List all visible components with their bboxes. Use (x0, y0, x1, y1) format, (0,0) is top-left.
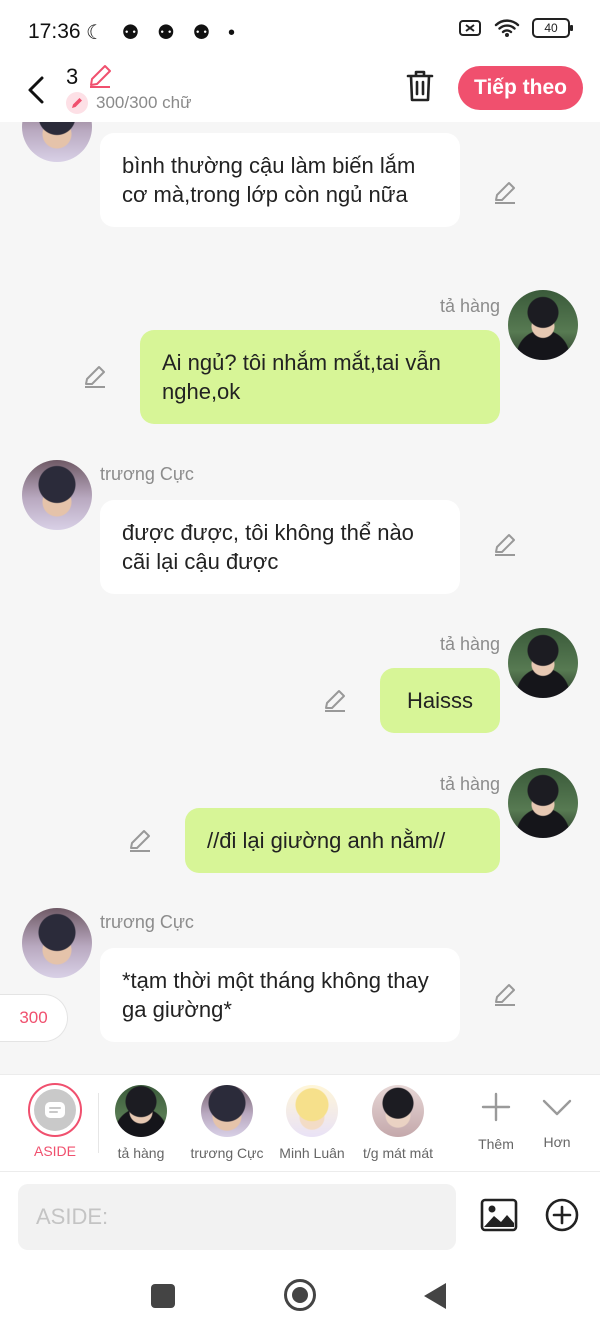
message-bubble[interactable]: Haisss (380, 668, 500, 733)
message-bubble[interactable]: *tạm thời một tháng không thay ga giường… (100, 948, 460, 1042)
edit-message-pencil-icon[interactable] (492, 532, 518, 558)
battery-icon: 40 (532, 18, 573, 38)
edit-message-pencil-icon[interactable] (492, 982, 518, 1008)
sender-name: trương Cực (100, 912, 194, 932)
add-circle-icon[interactable] (545, 1198, 579, 1232)
top-app-bar: 3 300/300 chữ Tiếp theo (0, 62, 600, 122)
character-label: Thêm (478, 1136, 514, 1152)
sender-name: tả hàng (439, 296, 500, 316)
divider (98, 1093, 99, 1153)
message-bubble[interactable]: được được, tôi không thể nào cãi lại cậu… (100, 500, 460, 594)
character-label: tả hàng (117, 1145, 165, 1161)
character-selector: ASIDE tả hàng trương Cực Minh Luân t/g m… (0, 1074, 600, 1172)
aside-chat-icon (34, 1089, 76, 1131)
sender-name: tả hàng (439, 634, 500, 654)
character-aside[interactable]: ASIDE (24, 1075, 86, 1159)
chevron-down-icon (542, 1099, 572, 1116)
avatar[interactable] (508, 290, 578, 360)
sim-x-icon (459, 20, 481, 36)
next-button[interactable]: Tiếp theo (458, 66, 583, 110)
avatar[interactable] (22, 122, 92, 162)
sender-name: trương Cực (100, 464, 194, 484)
status-bar: 17:36 ☾ ⚉ ⚉ ⚉ • 40 (0, 0, 600, 62)
more-characters-button[interactable]: Hơn (536, 1075, 578, 1150)
status-time: 17:36 (28, 20, 81, 43)
chat-area[interactable]: bình thường cậu làm biến lắm cơ mà,trong… (0, 122, 600, 1072)
back-arrow-icon[interactable] (22, 70, 52, 110)
avatar[interactable] (508, 768, 578, 838)
avatar[interactable] (22, 460, 92, 530)
avatar (286, 1085, 338, 1137)
trash-icon[interactable] (404, 68, 436, 104)
edit-message-pencil-icon[interactable] (82, 364, 108, 390)
character-count-row: 300/300 chữ (66, 92, 192, 114)
home-circle-icon[interactable] (284, 1279, 316, 1311)
edit-message-pencil-icon[interactable] (322, 688, 348, 714)
character-count: 300/300 chữ (96, 93, 192, 112)
edit-title-pencil-icon[interactable] (86, 62, 114, 90)
status-right-icons: 40 (458, 18, 573, 38)
message-bubble[interactable]: //đi lại giường anh nằm// (185, 808, 500, 873)
edit-message-pencil-icon[interactable] (127, 828, 153, 854)
remaining-counter[interactable]: 300 (0, 994, 68, 1042)
character-label: Minh Luân (279, 1145, 345, 1161)
message-bubble[interactable]: bình thường cậu làm biến lắm cơ mà,trong… (100, 133, 460, 227)
character-label: ASIDE (33, 1143, 76, 1159)
image-icon[interactable] (480, 1198, 518, 1232)
message-count: 3 (66, 64, 79, 89)
plus-icon (481, 1092, 511, 1122)
back-triangle-icon[interactable] (424, 1283, 446, 1309)
character-label: t/g mát mát (362, 1145, 434, 1161)
add-character-button[interactable]: Thêm (474, 1075, 518, 1152)
sender-name: tả hàng (439, 774, 500, 794)
recents-square-icon[interactable] (151, 1284, 175, 1308)
character-label: Hơn (543, 1134, 571, 1150)
character-tg-mat-mat[interactable]: t/g mát mát (358, 1075, 438, 1161)
system-nav-bar (0, 1262, 600, 1333)
avatar (201, 1085, 253, 1137)
character-minh-luan[interactable]: Minh Luân (278, 1075, 346, 1161)
wifi-icon (494, 19, 520, 37)
notification-icons: ☾ ⚉ ⚉ ⚉ • (86, 22, 241, 44)
message-bubble[interactable]: Ai ngủ? tôi nhắm mắt,tai vẫn nghe,ok (140, 330, 500, 424)
avatar (372, 1085, 424, 1137)
aside-avatar (28, 1083, 82, 1137)
character-truong-cuc[interactable]: trương Cực (188, 1075, 266, 1161)
avatar[interactable] (508, 628, 578, 698)
character-ta-hang[interactable]: tả hàng (108, 1075, 174, 1161)
composer-bar (0, 1172, 600, 1262)
message-input[interactable] (18, 1184, 456, 1250)
avatar (115, 1085, 167, 1137)
edit-message-pencil-icon[interactable] (492, 180, 518, 206)
character-label: trương Cực (190, 1145, 264, 1161)
avatar[interactable] (22, 908, 92, 978)
pencil-badge-icon (66, 92, 88, 114)
